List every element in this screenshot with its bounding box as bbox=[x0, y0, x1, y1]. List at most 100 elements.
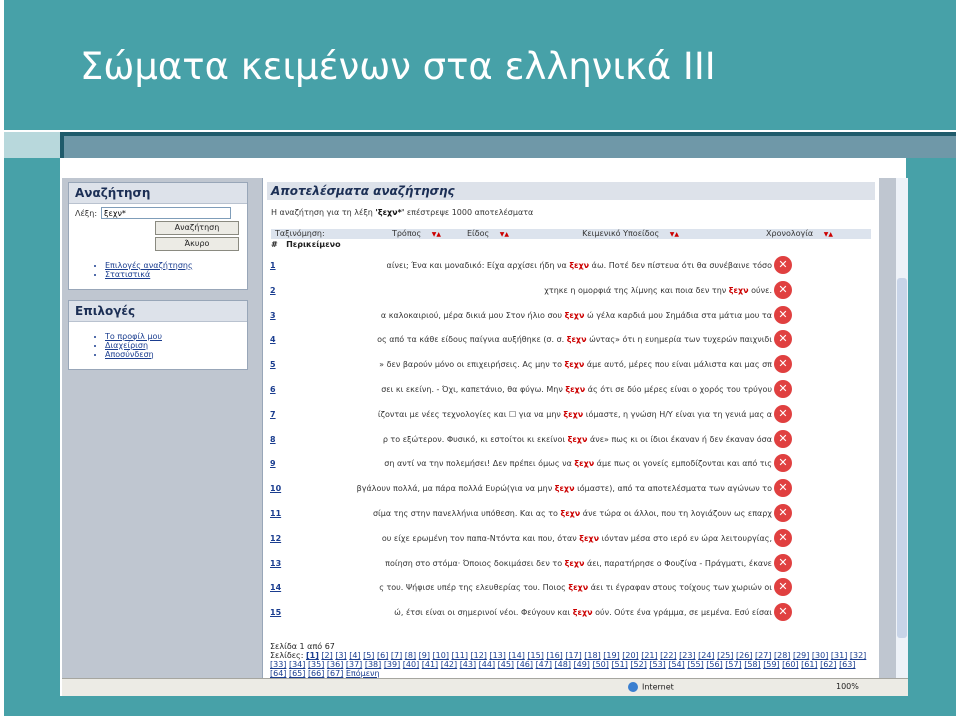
sort-subgenre[interactable]: Κειμενικό Υποείδος ▼▲ bbox=[517, 229, 687, 239]
page-link[interactable]: [11] bbox=[452, 651, 468, 660]
page-link[interactable]: [3] bbox=[335, 651, 346, 660]
delete-icon[interactable]: ✕ bbox=[774, 305, 792, 324]
search-options-link[interactable]: Επιλογές αναζήτησης bbox=[105, 261, 247, 270]
page-link[interactable]: [12] bbox=[470, 651, 486, 660]
scrollbar[interactable] bbox=[896, 178, 908, 678]
page-link[interactable]: [4] bbox=[349, 651, 360, 660]
page-link[interactable]: [53] bbox=[649, 660, 665, 669]
page-link[interactable]: [62] bbox=[820, 660, 836, 669]
profile-link[interactable]: Το προφίλ μου bbox=[105, 332, 247, 341]
page-link[interactable]: [19] bbox=[603, 651, 619, 660]
page-link[interactable]: [23] bbox=[679, 651, 695, 660]
sort-genre[interactable]: Είδος ▼▲ bbox=[449, 229, 517, 239]
search-input[interactable] bbox=[101, 207, 232, 219]
delete-icon[interactable]: ✕ bbox=[774, 330, 792, 349]
page-link[interactable]: [58] bbox=[744, 660, 760, 669]
page-link[interactable]: [50] bbox=[592, 660, 608, 669]
result-number-link[interactable]: 15 bbox=[270, 608, 292, 617]
page-link[interactable]: [35] bbox=[308, 660, 324, 669]
page-link[interactable]: [38] bbox=[365, 660, 381, 669]
page-link[interactable]: [28] bbox=[774, 651, 790, 660]
next-page-link[interactable]: Επόμενη bbox=[346, 669, 380, 678]
page-link[interactable]: [9] bbox=[419, 651, 430, 660]
result-number-link[interactable]: 14 bbox=[270, 583, 292, 592]
page-link[interactable]: [29] bbox=[793, 651, 809, 660]
cancel-button[interactable]: Άκυρο bbox=[155, 237, 239, 251]
page-link[interactable]: [65] bbox=[289, 669, 305, 678]
search-button[interactable]: Αναζήτηση bbox=[155, 221, 239, 235]
page-link[interactable]: [26] bbox=[736, 651, 752, 660]
page-link[interactable]: [27] bbox=[755, 651, 771, 660]
delete-icon[interactable]: ✕ bbox=[774, 553, 792, 572]
page-link[interactable]: [18] bbox=[584, 651, 600, 660]
result-number-link[interactable]: 3 bbox=[270, 311, 292, 320]
page-link[interactable]: [63] bbox=[839, 660, 855, 669]
page-link[interactable]: [6] bbox=[377, 651, 388, 660]
delete-icon[interactable]: ✕ bbox=[774, 603, 792, 622]
page-link[interactable]: [64] bbox=[270, 669, 286, 678]
page-link[interactable]: [49] bbox=[574, 660, 590, 669]
page-link[interactable]: [22] bbox=[660, 651, 676, 660]
page-link[interactable]: [67] bbox=[327, 669, 343, 678]
page-link[interactable]: [1] bbox=[306, 651, 319, 660]
page-link[interactable]: [34] bbox=[289, 660, 305, 669]
page-link[interactable]: [33] bbox=[270, 660, 286, 669]
page-link[interactable]: [43] bbox=[460, 660, 476, 669]
result-number-link[interactable]: 4 bbox=[270, 335, 292, 344]
result-number-link[interactable]: 9 bbox=[270, 459, 292, 468]
page-link[interactable]: [10] bbox=[433, 651, 449, 660]
delete-icon[interactable]: ✕ bbox=[774, 380, 792, 398]
page-link[interactable]: [15] bbox=[527, 651, 543, 660]
delete-icon[interactable]: ✕ bbox=[774, 454, 792, 473]
page-link[interactable]: [39] bbox=[384, 660, 400, 669]
result-number-link[interactable]: 5 bbox=[270, 360, 292, 369]
page-link[interactable]: [59] bbox=[763, 660, 779, 669]
delete-icon[interactable]: ✕ bbox=[774, 404, 792, 423]
page-link[interactable]: [55] bbox=[687, 660, 703, 669]
sort-mode[interactable]: Τρόπος ▼▲ bbox=[363, 229, 449, 239]
page-link[interactable]: [56] bbox=[706, 660, 722, 669]
page-link[interactable]: [51] bbox=[611, 660, 627, 669]
logout-link[interactable]: Αποσύνδεση bbox=[105, 350, 247, 359]
page-link[interactable]: [46] bbox=[517, 660, 533, 669]
page-link[interactable]: [20] bbox=[622, 651, 638, 660]
delete-icon[interactable]: ✕ bbox=[774, 280, 792, 299]
delete-icon[interactable]: ✕ bbox=[774, 429, 792, 448]
page-link[interactable]: [25] bbox=[717, 651, 733, 660]
delete-icon[interactable]: ✕ bbox=[774, 578, 792, 597]
result-number-link[interactable]: 7 bbox=[270, 410, 292, 419]
page-link[interactable]: [24] bbox=[698, 651, 714, 660]
page-link[interactable]: [47] bbox=[536, 660, 552, 669]
delete-icon[interactable]: ✕ bbox=[774, 256, 792, 274]
result-number-link[interactable]: 1 bbox=[270, 261, 292, 270]
page-link[interactable]: [13] bbox=[489, 651, 505, 660]
page-link[interactable]: [32] bbox=[850, 651, 866, 660]
sort-date[interactable]: Χρονολογία ▼▲ bbox=[687, 229, 841, 239]
scrollbar-thumb[interactable] bbox=[897, 278, 907, 638]
page-link[interactable]: [45] bbox=[498, 660, 514, 669]
zoom-level[interactable]: 100% bbox=[836, 682, 859, 691]
result-number-link[interactable]: 13 bbox=[270, 559, 292, 568]
result-number-link[interactable]: 11 bbox=[270, 509, 292, 518]
page-link[interactable]: [36] bbox=[327, 660, 343, 669]
page-link[interactable]: [54] bbox=[668, 660, 684, 669]
result-number-link[interactable]: 10 bbox=[270, 484, 292, 493]
page-link[interactable]: [17] bbox=[565, 651, 581, 660]
page-link[interactable]: [7] bbox=[391, 651, 402, 660]
result-number-link[interactable]: 12 bbox=[270, 534, 292, 543]
page-link[interactable]: [30] bbox=[812, 651, 828, 660]
page-link[interactable]: [52] bbox=[630, 660, 646, 669]
page-link[interactable]: [21] bbox=[641, 651, 657, 660]
statistics-link[interactable]: Στατιστικά bbox=[105, 270, 247, 279]
page-link[interactable]: [14] bbox=[508, 651, 524, 660]
delete-icon[interactable]: ✕ bbox=[774, 504, 792, 522]
page-link[interactable]: [60] bbox=[782, 660, 798, 669]
page-link[interactable]: [41] bbox=[422, 660, 438, 669]
page-link[interactable]: [16] bbox=[546, 651, 562, 660]
result-number-link[interactable]: 2 bbox=[270, 286, 292, 295]
page-link[interactable]: [37] bbox=[346, 660, 362, 669]
result-number-link[interactable]: 8 bbox=[270, 435, 292, 444]
result-number-link[interactable]: 6 bbox=[270, 385, 292, 394]
page-link[interactable]: [48] bbox=[555, 660, 571, 669]
page-link[interactable]: [5] bbox=[363, 651, 374, 660]
